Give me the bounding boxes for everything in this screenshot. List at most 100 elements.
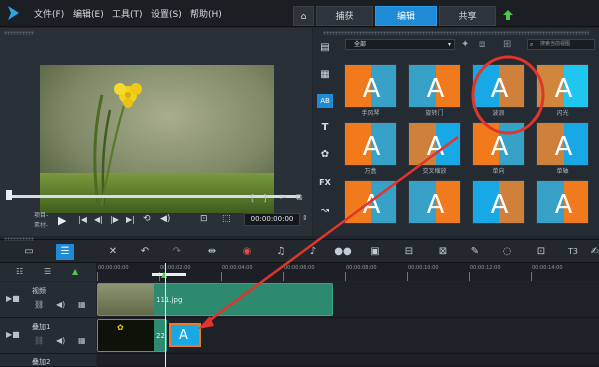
transition-item[interactable]: A xyxy=(344,180,397,224)
timecode-display[interactable]: 00:00:00:00 xyxy=(244,213,300,226)
svg-text:A: A xyxy=(427,132,445,162)
ruler-tick-mark xyxy=(531,272,532,281)
playback-range[interactable] xyxy=(152,273,186,276)
paint-creator-icon[interactable]: ✍ xyxy=(586,244,599,260)
subtitle-editor-icon[interactable]: ▣ xyxy=(366,244,384,260)
menu-tools[interactable]: 工具(T) xyxy=(112,7,143,20)
apply-random-icon[interactable]: ⧈ xyxy=(479,39,485,50)
overlay-icon: ▶■ xyxy=(6,330,20,339)
transition-label: 手风琴 xyxy=(361,110,380,117)
transition-icon[interactable]: AB xyxy=(317,94,333,108)
multi-camera-icon[interactable]: ⊟ xyxy=(400,244,418,260)
mask-creator-icon[interactable]: ◌ xyxy=(498,244,516,260)
ruler-tick-mark xyxy=(221,272,222,281)
timecode-stepper-icon[interactable]: ⇕ xyxy=(302,214,308,222)
mark-in-icon[interactable]: [ xyxy=(251,194,255,204)
playhead-line[interactable] xyxy=(165,263,166,367)
overlay-clip[interactable]: ✿ 22 xyxy=(97,319,167,352)
transition-item[interactable]: A 万盒 xyxy=(344,122,397,175)
transition-item[interactable]: A 交叉缩放 xyxy=(408,122,461,175)
pan-zoom-icon[interactable]: ⊡ xyxy=(532,244,550,260)
speaker-icon[interactable]: ◀) xyxy=(56,300,65,309)
clip-name: 111.jpg xyxy=(156,296,183,304)
copy-icon[interactable]: ⧉ xyxy=(296,193,302,203)
path-icon[interactable]: ↝ xyxy=(317,204,333,218)
time-remap-icon[interactable]: ✎ xyxy=(466,244,484,260)
menu-edit[interactable]: 编辑(E) xyxy=(73,7,104,20)
sound-mixer-icon[interactable]: ♫ xyxy=(272,244,290,260)
track-manager-icon[interactable]: ☷ xyxy=(16,267,23,276)
category-select[interactable]: 全部 ▾ xyxy=(345,39,455,50)
transition-clip[interactable]: A xyxy=(169,323,201,347)
ruler-tick-label: 00:00:00:00 xyxy=(98,265,129,271)
overlay1-track: ✿ 22 A xyxy=(97,318,599,354)
filter-icon[interactable]: FX xyxy=(317,176,333,190)
undo-icon[interactable]: ↶ xyxy=(136,244,154,260)
motion-tracking-icon[interactable]: ●● xyxy=(334,244,352,260)
checker-icon[interactable]: ▦ xyxy=(78,300,86,309)
auto-music-icon[interactable]: ♪ xyxy=(304,244,322,260)
timeline-view-icon[interactable]: ☰ xyxy=(56,244,74,260)
transition-preview-icon: A xyxy=(409,123,445,165)
toolbar-customize-icon[interactable]: ✕ xyxy=(104,244,122,260)
search-input[interactable]: ⌕ 搜索当前视图 xyxy=(527,39,595,50)
graphics-icon[interactable]: ✿ xyxy=(317,148,333,162)
record-capture-icon[interactable]: ◉ xyxy=(238,244,256,260)
add-favorite-icon[interactable]: ✦ xyxy=(461,39,469,50)
transition-preview-icon: A xyxy=(537,181,573,223)
mark-out-icon[interactable]: ] xyxy=(263,194,267,204)
volume-icon[interactable]: ◀) xyxy=(160,214,170,224)
menu-help[interactable]: 帮助(H) xyxy=(190,7,222,20)
link-icon[interactable]: ⛓ xyxy=(34,336,44,345)
go-start-icon[interactable]: |◀ xyxy=(78,215,87,224)
tab-share[interactable]: 共享 xyxy=(439,6,496,26)
add-marker-icon[interactable]: ▲ xyxy=(72,267,78,276)
checker-icon[interactable]: ▦ xyxy=(78,336,86,345)
go-end-icon[interactable]: ▶| xyxy=(126,215,135,224)
aspect-ratio-icon[interactable]: ⊡ xyxy=(200,214,208,224)
video-clip[interactable]: 111.jpg xyxy=(97,283,333,316)
transition-label: 万盒 xyxy=(364,168,377,175)
chapter-icon[interactable]: ☰ xyxy=(44,267,51,276)
play-icon[interactable]: ▶ xyxy=(58,214,66,227)
storyboard-view-icon[interactable]: ▭ xyxy=(20,244,38,260)
track-3d-icon[interactable]: T3 xyxy=(564,244,582,260)
instant-project-icon[interactable]: ▦ xyxy=(317,68,333,82)
multi-trim-icon[interactable]: ⊠ xyxy=(434,244,452,260)
apply-all-icon[interactable]: ⊞ xyxy=(503,39,511,50)
tab-capture[interactable]: 捕获 xyxy=(316,6,373,26)
scrub-handle[interactable] xyxy=(6,190,12,200)
title-icon[interactable]: T xyxy=(317,121,333,135)
split-icon[interactable]: ✂ xyxy=(280,193,288,203)
overlay1-track-header: ▶■ 叠加1 ⛓ ◀) ▦ xyxy=(0,318,96,354)
link-icon[interactable]: ⛓ xyxy=(34,300,44,309)
redo-icon[interactable]: ↷ xyxy=(168,244,186,260)
menu-settings[interactable]: 设置(S) xyxy=(151,7,182,20)
ruler-tick-label: 00:00:10:00 xyxy=(408,265,439,271)
transition-preview-icon: A xyxy=(363,123,396,165)
media-icon[interactable]: ▤ xyxy=(317,41,333,55)
scrub-bar[interactable] xyxy=(10,195,300,198)
transition-item[interactable]: A xyxy=(536,180,589,224)
svg-text:A: A xyxy=(427,190,445,220)
fit-timeline-icon[interactable]: ⇹ xyxy=(203,244,221,260)
transition-item[interactable]: A 手风琴 xyxy=(344,64,397,117)
transition-preview-icon: A xyxy=(491,181,524,223)
speaker-icon[interactable]: ◀) xyxy=(56,336,65,345)
transition-item[interactable]: A xyxy=(472,180,525,224)
transition-thumbnail: A xyxy=(536,180,589,224)
tab-edit[interactable]: 编辑 xyxy=(375,6,437,26)
transition-item[interactable]: A xyxy=(408,180,461,224)
track-name: 叠加2 xyxy=(32,358,51,366)
timeline-ruler[interactable]: ☷ ☰ ▲ 00:00:00:00 00:00:02:00 00:00:04:00 0… xyxy=(0,263,599,281)
repeat-icon[interactable]: ⟲ xyxy=(143,214,151,224)
prev-frame-icon[interactable]: ◀| xyxy=(94,215,103,224)
upload-arrow-icon[interactable] xyxy=(502,9,514,21)
next-frame-icon[interactable]: |▶ xyxy=(110,215,119,224)
clip-mode-label[interactable]: 素材- xyxy=(34,220,48,229)
project-mode-label[interactable]: 项目- xyxy=(34,210,48,219)
transition-item[interactable]: A 旋转门 xyxy=(408,64,461,117)
home-button[interactable]: ⌂ xyxy=(293,6,314,26)
fullscreen-icon[interactable]: ⬚ xyxy=(222,214,231,224)
menu-file[interactable]: 文件(F) xyxy=(34,7,64,20)
